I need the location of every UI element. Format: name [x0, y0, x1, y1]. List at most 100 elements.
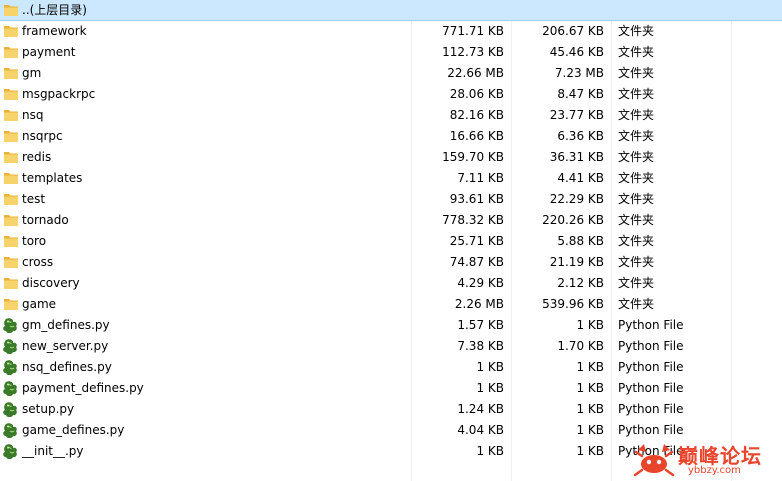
folder-row[interactable]: payment 112.73 KB 45.46 KB 文件夹 — [0, 42, 782, 63]
packed-size: 1 KB — [576, 402, 604, 416]
python-file-icon — [3, 318, 17, 333]
file-size: 2.26 MB — [454, 297, 504, 311]
file-type: 文件夹 — [618, 192, 655, 206]
file-size: 1 KB — [476, 360, 504, 374]
file-size: 778.32 KB — [442, 213, 504, 227]
packed-size: 2.12 KB — [557, 276, 604, 290]
folder-row[interactable]: nsqrpc 16.66 KB 6.36 KB 文件夹 — [0, 126, 782, 147]
folder-icon — [4, 68, 18, 79]
file-size: 4.29 KB — [457, 276, 504, 290]
file-type: 文件夹 — [618, 171, 655, 185]
folder-row[interactable]: discovery 4.29 KB 2.12 KB 文件夹 — [0, 273, 782, 294]
parent-directory-label: ..(上层目录) — [22, 3, 87, 17]
folder-icon — [4, 278, 18, 289]
folder-icon — [4, 257, 18, 268]
folder-row[interactable]: game 2.26 MB 539.96 KB 文件夹 — [0, 294, 782, 315]
folder-icon — [4, 215, 18, 226]
file-name: __init__.py — [22, 444, 84, 458]
file-type: 文件夹 — [618, 24, 655, 38]
python-file-icon — [3, 423, 17, 438]
file-name: templates — [22, 171, 83, 185]
file-name: game — [22, 297, 57, 311]
file-row[interactable]: payment_defines.py 1 KB 1 KB Python File — [0, 378, 782, 399]
folder-icon — [4, 5, 18, 16]
file-row[interactable]: nsq_defines.py 1 KB 1 KB Python File — [0, 357, 782, 378]
folder-row[interactable]: templates 7.11 KB 4.41 KB 文件夹 — [0, 168, 782, 189]
file-type: Python File — [618, 381, 684, 395]
packed-size: 539.96 KB — [542, 297, 604, 311]
packed-size: 1 KB — [576, 444, 604, 458]
file-size: 93.61 KB — [449, 192, 504, 206]
file-name: payment_defines.py — [22, 381, 144, 395]
file-size: 771.71 KB — [442, 24, 504, 38]
crab-logo-icon — [633, 444, 675, 477]
packed-size: 206.67 KB — [542, 24, 604, 38]
file-row[interactable]: setup.py 1.24 KB 1 KB Python File — [0, 399, 782, 420]
folder-row[interactable]: toro 25.71 KB 5.88 KB 文件夹 — [0, 231, 782, 252]
folder-icon — [4, 152, 18, 163]
python-file-icon — [3, 381, 17, 396]
file-type: 文件夹 — [618, 297, 655, 311]
folder-row[interactable]: redis 159.70 KB 36.31 KB 文件夹 — [0, 147, 782, 168]
watermark-subtitle: ybbzy.com — [688, 465, 741, 476]
folder-icon — [4, 173, 18, 184]
folder-row[interactable]: msgpackrpc 28.06 KB 8.47 KB 文件夹 — [0, 84, 782, 105]
file-size: 1.57 KB — [457, 318, 504, 332]
folder-icon — [4, 47, 18, 58]
file-size: 1 KB — [476, 381, 504, 395]
file-size: 1 KB — [476, 444, 504, 458]
folder-icon — [4, 299, 18, 310]
file-size: 25.71 KB — [449, 234, 504, 248]
file-name: payment — [22, 45, 76, 59]
packed-size: 6.36 KB — [557, 129, 604, 143]
file-size: 7.11 KB — [457, 171, 504, 185]
packed-size: 7.23 MB — [554, 66, 604, 80]
packed-size: 1 KB — [576, 423, 604, 437]
file-type: 文件夹 — [618, 129, 655, 143]
file-type: Python File — [618, 339, 684, 353]
packed-size: 21.19 KB — [549, 255, 604, 269]
folder-row[interactable]: gm 22.66 MB 7.23 MB 文件夹 — [0, 63, 782, 84]
file-size: 1.24 KB — [457, 402, 504, 416]
file-name: new_server.py — [22, 339, 109, 353]
site-watermark: 巅峰论坛 ybbzy.com — [632, 438, 782, 481]
folder-icon — [4, 194, 18, 205]
file-size: 159.70 KB — [442, 150, 504, 164]
file-type: 文件夹 — [618, 213, 655, 227]
packed-size: 5.88 KB — [557, 234, 604, 248]
file-type: 文件夹 — [618, 276, 655, 290]
packed-size: 8.47 KB — [557, 87, 604, 101]
packed-size: 4.41 KB — [557, 171, 604, 185]
file-name: gm — [22, 66, 42, 80]
folder-row[interactable]: tornado 778.32 KB 220.26 KB 文件夹 — [0, 210, 782, 231]
packed-size: 1 KB — [576, 360, 604, 374]
packed-size: 36.31 KB — [549, 150, 604, 164]
file-type: 文件夹 — [618, 255, 655, 269]
file-name: nsq_defines.py — [22, 360, 112, 374]
file-type: 文件夹 — [618, 45, 655, 59]
packed-size: 1 KB — [576, 318, 604, 332]
folder-row[interactable]: framework 771.71 KB 206.67 KB 文件夹 — [0, 21, 782, 42]
python-file-icon — [3, 444, 17, 459]
packed-size: 1 KB — [576, 381, 604, 395]
parent-directory-row[interactable]: ..(上层目录) — [0, 0, 782, 21]
file-size: 112.73 KB — [442, 45, 504, 59]
folder-icon — [4, 236, 18, 247]
file-name: nsqrpc — [22, 129, 63, 143]
file-name: setup.py — [22, 402, 75, 416]
folder-icon — [4, 131, 18, 142]
file-name: gm_defines.py — [22, 318, 110, 332]
folder-row[interactable]: cross 74.87 KB 21.19 KB 文件夹 — [0, 252, 782, 273]
file-name: game_defines.py — [22, 423, 125, 437]
file-row[interactable]: new_server.py 7.38 KB 1.70 KB Python File — [0, 336, 782, 357]
file-name: cross — [22, 255, 54, 269]
folder-row[interactable]: nsq 82.16 KB 23.77 KB 文件夹 — [0, 105, 782, 126]
file-row[interactable]: gm_defines.py 1.57 KB 1 KB Python File — [0, 315, 782, 336]
folder-row[interactable]: test 93.61 KB 22.29 KB 文件夹 — [0, 189, 782, 210]
file-size: 74.87 KB — [449, 255, 504, 269]
file-name: discovery — [22, 276, 80, 290]
file-type: Python File — [618, 360, 684, 374]
file-name: redis — [22, 150, 52, 164]
file-size: 82.16 KB — [449, 108, 504, 122]
python-file-icon — [3, 339, 17, 354]
